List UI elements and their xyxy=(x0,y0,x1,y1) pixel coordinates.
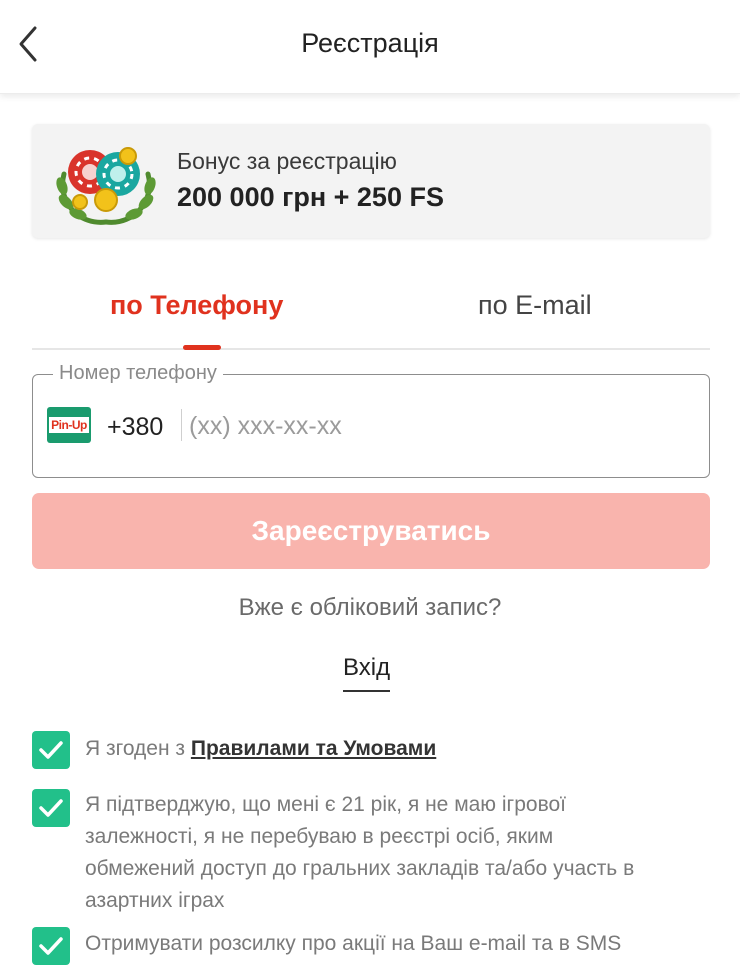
active-tab-indicator xyxy=(183,345,221,350)
bonus-label: Бонус за реєстрацію xyxy=(177,148,397,174)
bonus-amount: 200 000 грн + 250 FS xyxy=(177,182,444,212)
bonus-card: Бонус за реєстрацію 200 000 грн + 250 FS xyxy=(32,124,710,238)
checkmark-icon xyxy=(39,937,63,955)
page-title: Реєстрація xyxy=(301,28,439,58)
checkmark-icon xyxy=(39,741,63,759)
app-header: Реєстрація xyxy=(0,0,740,94)
age-confirm-checkbox[interactable] xyxy=(32,789,70,827)
tab-email[interactable]: по E-mail xyxy=(478,290,592,330)
age-confirm-line-1: Я підтверджую, що мені є 21 рік, я не ма… xyxy=(85,793,567,816)
country-code: +380 xyxy=(107,413,164,441)
has-account-prompt: Вже є обліковий запис? xyxy=(238,594,502,621)
newsletter-checkbox[interactable] xyxy=(32,927,70,965)
casino-chips-wreath-icon xyxy=(56,147,156,225)
tab-phone[interactable]: по Телефону xyxy=(110,290,283,330)
terms-link[interactable]: Правилами та Умовами xyxy=(191,737,436,760)
field-divider xyxy=(181,409,182,441)
terms-checkbox[interactable] xyxy=(32,731,70,769)
phone-field: Номер телефону Pin-Up +380 xyxy=(32,362,710,478)
pin-up-logo-text: Pin-Up xyxy=(49,417,89,433)
login-link[interactable]: Вхід xyxy=(343,654,391,692)
tabs-divider xyxy=(32,348,710,350)
pin-up-logo: Pin-Up xyxy=(47,407,91,443)
age-confirm-label: Я підтверджую, що мені є 21 рік, я не ма… xyxy=(85,789,634,917)
terms-prefix: Я згоден з xyxy=(85,737,191,760)
register-button[interactable]: Зареєструватись xyxy=(32,493,710,569)
age-confirm-line-4: азартних іграх xyxy=(85,889,225,912)
phone-input[interactable] xyxy=(189,403,689,449)
age-confirm-line-2: залежності, я не перебуваю в реєстрі осі… xyxy=(85,825,554,848)
checkmark-icon xyxy=(39,799,63,817)
age-confirm-line-3: обмежений доступ до гральних закладів та… xyxy=(85,857,635,880)
terms-checkbox-label: Я згоден з Правилами та Умовами xyxy=(85,733,436,765)
phone-field-label: Номер телефону xyxy=(53,362,223,385)
newsletter-label: Отримувати розсилку про акції на Ваш e-m… xyxy=(85,932,622,955)
